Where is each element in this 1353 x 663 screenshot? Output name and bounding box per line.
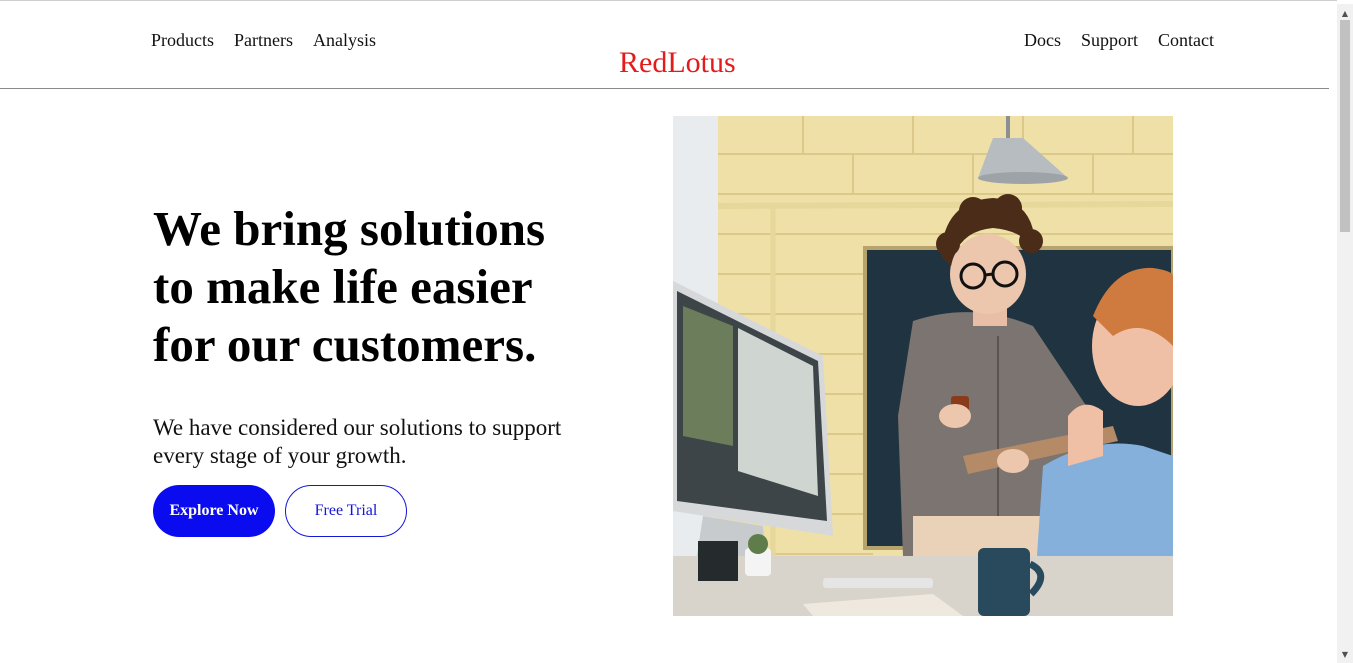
scroll-down-icon[interactable]: ▼	[1337, 647, 1353, 663]
free-trial-button[interactable]: Free Trial	[285, 485, 407, 537]
nav-support[interactable]: Support	[1081, 30, 1138, 51]
nav-contact[interactable]: Contact	[1158, 30, 1214, 51]
primary-nav: Products Partners Analysis	[151, 30, 376, 51]
hero-actions: Explore Now Free Trial	[153, 485, 407, 537]
brand-logo[interactable]: RedLotus	[619, 46, 736, 80]
hero-title: We bring solutions to make life easier f…	[153, 201, 546, 372]
hero-copy: We bring solutions to make life easier f…	[153, 200, 583, 470]
secondary-nav: Docs Support Contact	[1024, 30, 1214, 51]
office-scene-illustration	[673, 116, 1173, 616]
nav-analysis[interactable]: Analysis	[313, 30, 376, 51]
hero-photo	[673, 116, 1173, 616]
explore-now-button[interactable]: Explore Now	[153, 485, 275, 537]
nav-docs[interactable]: Docs	[1024, 30, 1061, 51]
site-header: Products Partners Analysis RedLotus Docs…	[0, 4, 1329, 89]
hero-subtitle: We have considered our solutions to supp…	[153, 415, 562, 468]
nav-partners[interactable]: Partners	[234, 30, 293, 51]
scroll-thumb[interactable]	[1340, 20, 1350, 232]
page-scrollbar[interactable]: ▲ ▼	[1337, 4, 1353, 663]
nav-products[interactable]: Products	[151, 30, 214, 51]
